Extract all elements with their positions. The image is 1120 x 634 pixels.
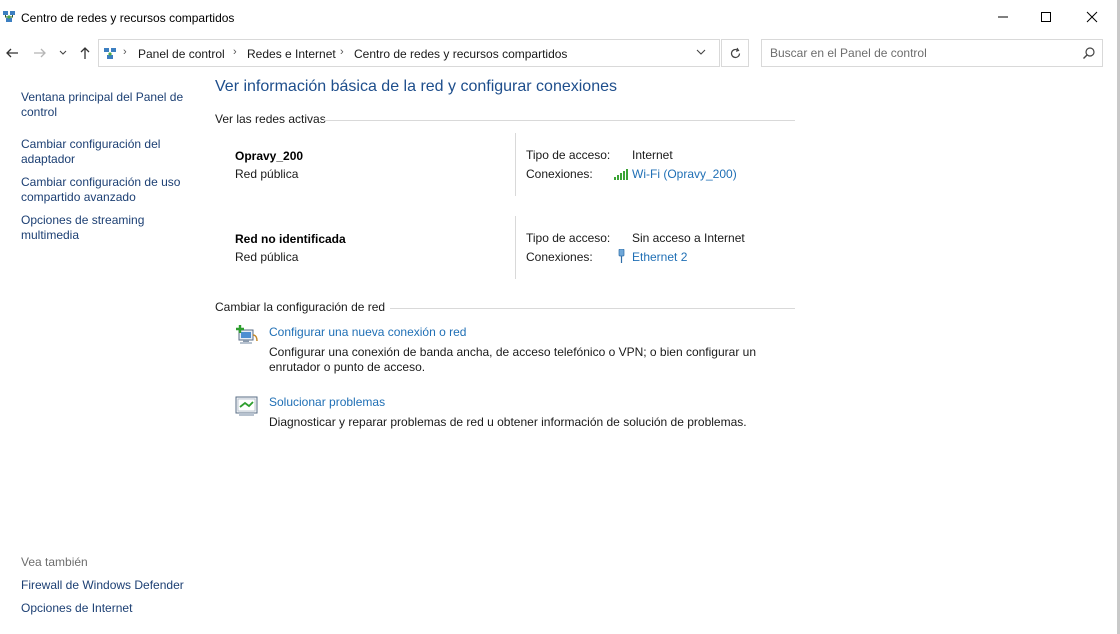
- access-type-label: Tipo de acceso:: [526, 148, 611, 162]
- search-box[interactable]: [761, 39, 1103, 67]
- active-networks-heading: Ver las redes activas: [215, 112, 326, 126]
- connections-label: Conexiones:: [526, 167, 593, 181]
- left-pane: Ventana principal del Panel de control C…: [0, 70, 205, 634]
- page-title: Ver información básica de la red y confi…: [215, 78, 617, 95]
- recent-locations-button[interactable]: [57, 44, 69, 62]
- address-bar[interactable]: › Panel de control › Redes e Internet › …: [98, 39, 720, 67]
- chevron-right-icon: ›: [123, 46, 127, 58]
- search-icon[interactable]: [1082, 46, 1096, 60]
- title-bar: Centro de redes y recursos compartidos: [0, 0, 1120, 34]
- chevron-down-icon: [59, 50, 67, 55]
- network-name: Red no identificada: [235, 232, 346, 246]
- troubleshoot-description: Diagnosticar y reparar problemas de red …: [269, 415, 747, 429]
- access-type-label: Tipo de acceso:: [526, 231, 611, 245]
- troubleshoot-icon: [235, 396, 258, 416]
- network-type: Red pública: [235, 167, 299, 181]
- wifi-signal-icon: [614, 169, 628, 180]
- chevron-right-icon: ›: [340, 46, 344, 58]
- network-center-icon: [3, 11, 15, 22]
- change-settings-heading: Cambiar la configuración de red: [215, 300, 386, 314]
- setup-new-connection-link[interactable]: Configurar una nueva conexión o red: [269, 325, 466, 339]
- link-windows-defender-firewall[interactable]: Firewall de Windows Defender: [21, 578, 193, 593]
- link-internet-options[interactable]: Opciones de Internet: [21, 601, 193, 616]
- ethernet-icon: [618, 249, 625, 263]
- network-type: Red pública: [235, 250, 299, 264]
- back-button[interactable]: [3, 44, 21, 62]
- refresh-button[interactable]: [721, 39, 749, 67]
- link-media-streaming-options[interactable]: Opciones de streaming multimedia: [21, 213, 193, 243]
- arrow-right-icon: [34, 48, 46, 58]
- breadcrumb-control-panel[interactable]: Panel de control: [138, 47, 225, 61]
- maximize-icon: [1041, 12, 1051, 22]
- connections-label: Conexiones:: [526, 250, 593, 264]
- column-divider: [515, 133, 516, 196]
- up-button[interactable]: [76, 44, 94, 62]
- maximize-button[interactable]: [1023, 0, 1069, 34]
- chevron-right-icon: ›: [233, 46, 237, 58]
- link-control-panel-home[interactable]: Ventana principal del Panel de control: [21, 90, 193, 120]
- close-icon: [1086, 11, 1098, 23]
- breadcrumb-network-center[interactable]: Centro de redes y recursos compartidos: [354, 47, 567, 61]
- ethernet-connection-link[interactable]: Ethernet 2: [632, 250, 687, 264]
- network-name: Opravy_200: [235, 149, 304, 163]
- minimize-button[interactable]: [980, 0, 1026, 34]
- column-divider: [515, 216, 516, 279]
- close-button[interactable]: [1069, 0, 1115, 34]
- wifi-connection-link[interactable]: Wi-Fi (Opravy_200): [632, 167, 737, 181]
- see-also-heading: Vea también: [21, 555, 88, 569]
- access-type-value: Sin acceso a Internet: [632, 231, 745, 245]
- setup-new-connection-description: Configurar una conexión de banda ancha, …: [269, 345, 756, 374]
- search-input[interactable]: [762, 40, 1072, 66]
- breadcrumb-network-internet[interactable]: Redes e Internet: [247, 47, 336, 61]
- forward-button[interactable]: [31, 44, 49, 62]
- minimize-icon: [998, 16, 1008, 18]
- arrow-up-icon: [80, 47, 90, 59]
- arrow-left-icon: [6, 48, 18, 58]
- section-divider: [323, 120, 795, 121]
- address-dropdown-icon[interactable]: [695, 46, 707, 58]
- section-divider: [390, 308, 795, 309]
- troubleshoot-link[interactable]: Solucionar problemas: [269, 395, 385, 409]
- access-type-value: Internet: [632, 148, 673, 162]
- control-panel-icon: [104, 48, 116, 59]
- link-advanced-sharing-settings[interactable]: Cambiar configuración de uso compartido …: [21, 175, 193, 205]
- link-change-adapter-settings[interactable]: Cambiar configuración del adaptador: [21, 137, 193, 167]
- refresh-icon: [730, 47, 740, 58]
- window-title: Centro de redes y recursos compartidos: [21, 11, 235, 25]
- new-connection-icon: [236, 325, 258, 344]
